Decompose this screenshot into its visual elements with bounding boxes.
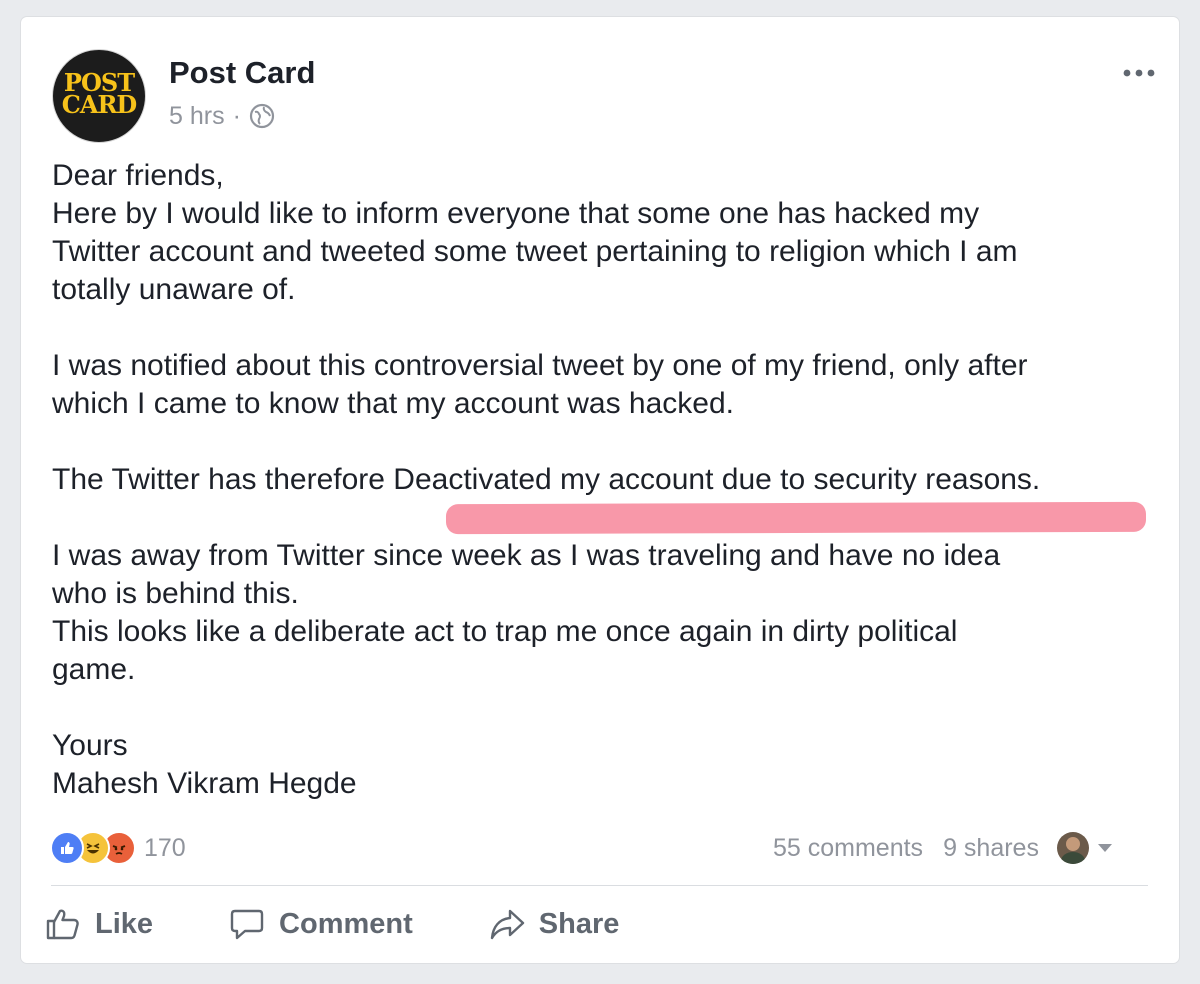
- post-card: POST CARD Post Card 5 hrs · Dear friends…: [21, 17, 1179, 963]
- action-divider: [51, 885, 1148, 886]
- comment-button-label: Comment: [279, 907, 413, 940]
- body-line: which I came to know that my account was…: [52, 387, 734, 420]
- share-arrow-icon: [490, 909, 524, 940]
- reactions-summary[interactable]: 170: [50, 831, 186, 865]
- meta-separator: ·: [232, 102, 241, 130]
- viewer-avatar[interactable]: [1056, 832, 1089, 864]
- share-button[interactable]: Share: [489, 906, 620, 942]
- post-timestamp[interactable]: 5 hrs: [169, 101, 225, 131]
- body-line: Twitter account and tweeted some tweet p…: [52, 235, 1018, 268]
- avatar-logo-text: POST CARD: [53, 71, 145, 119]
- reaction-count[interactable]: 170: [144, 834, 186, 863]
- body-line: totally unaware of.: [52, 273, 296, 306]
- page-avatar[interactable]: POST CARD: [52, 49, 146, 143]
- comment-bubble-icon: [230, 909, 264, 940]
- body-line: game.: [52, 653, 136, 686]
- body-line: I was away from Twitter since week as I …: [52, 539, 1001, 572]
- signature-line: Mahesh Vikram Hegde: [52, 767, 357, 800]
- like-reaction-icon: [50, 831, 84, 865]
- engagement-counts: 55 comments 9 shares: [773, 831, 1113, 865]
- body-line: Here by I would like to inform everyone …: [52, 197, 980, 230]
- shares-count-link[interactable]: 9 shares: [943, 831, 1039, 865]
- body-line: who is behind this.: [52, 577, 299, 610]
- comment-button[interactable]: Comment: [229, 906, 413, 942]
- more-horizontal-icon[interactable]: [1119, 61, 1159, 85]
- highlighted-body-line: The Twitter has therefore Deactivated my…: [52, 463, 1041, 496]
- globe-icon[interactable]: [249, 103, 275, 129]
- post-actions-bar: Like Comment Share: [45, 906, 619, 942]
- like-button-label: Like: [95, 907, 154, 940]
- page-name-link[interactable]: Post Card: [169, 55, 315, 91]
- post-body: Dear friends, Here by I would like to in…: [52, 157, 1162, 803]
- body-line: This looks like a deliberate act to trap…: [52, 615, 958, 648]
- comments-count-link[interactable]: 55 comments: [773, 831, 923, 865]
- closing-line: Yours: [52, 729, 128, 762]
- body-line: I was notified about this controversial …: [52, 349, 1028, 382]
- share-button-label: Share: [538, 907, 620, 940]
- post-meta: 5 hrs ·: [169, 101, 275, 131]
- thumbs-up-icon: [46, 909, 79, 940]
- chevron-down-icon[interactable]: [1097, 843, 1113, 853]
- like-button[interactable]: Like: [45, 906, 153, 942]
- greeting-line: Dear friends,: [52, 159, 224, 192]
- avatar-logo-line-2: CARD: [61, 90, 137, 119]
